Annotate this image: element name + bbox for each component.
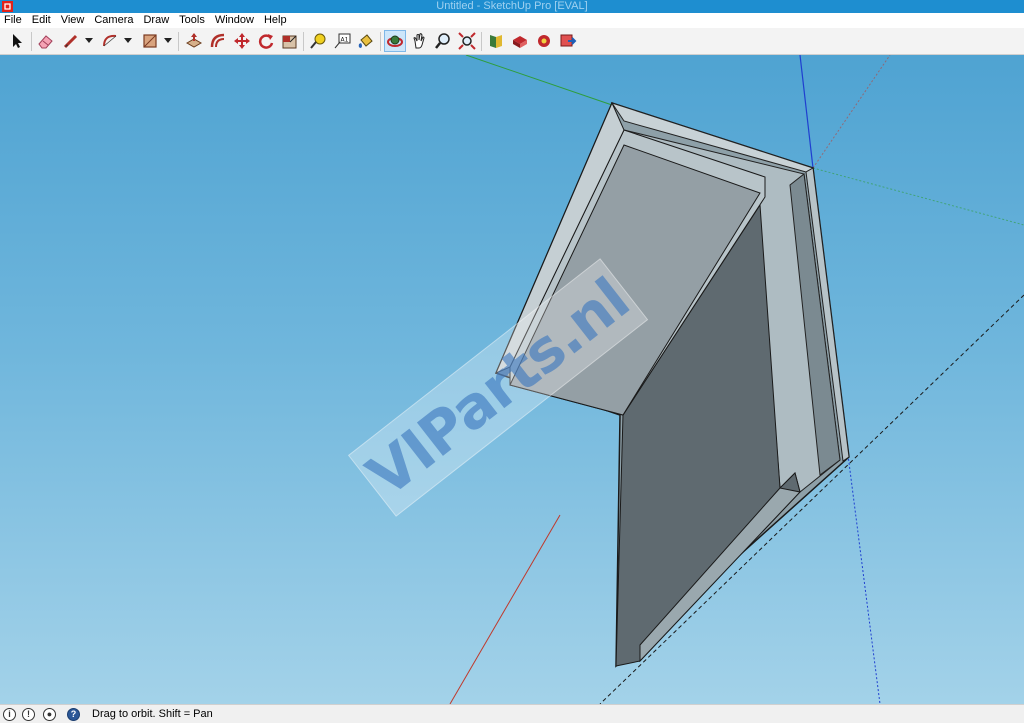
arc-tool-button[interactable] [99,30,121,52]
offset-tool-button[interactable] [207,30,229,52]
svg-text:A1: A1 [341,37,349,44]
model-viewport[interactable]: VIParts.nl [0,55,1024,704]
tape-measure-tool-icon [310,33,326,49]
select-tool-icon [13,34,22,48]
blue-axis [799,55,814,169]
line-tool-dropdown[interactable] [85,36,93,46]
toolbar-separator [303,32,304,51]
extension-warehouse-icon [513,36,527,48]
menu-view[interactable]: View [61,13,85,28]
toolbar-separator [178,32,179,51]
credits-icon[interactable]: ! [22,708,35,721]
move-tool-icon [234,33,250,49]
toolbar-separator [380,32,381,51]
title-bar: Untitled - SketchUp Pro [EVAL] [0,0,1024,13]
status-bar: i ! ● ? Drag to orbit. Shift = Pan [0,704,1024,723]
push-pull-tool-icon [185,33,203,48]
offset-tool-icon [210,33,225,48]
paint-bucket-tool-button[interactable] [355,30,377,52]
arc-tool-icon [103,34,117,47]
zoom-extents-tool-icon [458,32,476,50]
extension-warehouse-button[interactable] [509,30,531,52]
menu-edit[interactable]: Edit [32,13,51,28]
menu-camera[interactable]: Camera [94,13,133,28]
send-to-layout-icon [560,34,577,47]
3d-warehouse-icon [490,35,502,48]
green-axis [465,55,613,106]
menu-bar: File Edit View Camera Draw Tools Window … [0,13,1024,28]
arc-tool-dropdown[interactable] [124,36,132,46]
components-button[interactable] [533,30,555,52]
pan-tool-icon [413,33,425,49]
status-hint: Drag to orbit. Shift = Pan [92,708,213,720]
main-toolbar: A1 [0,28,1024,55]
chevron-down-icon [164,38,172,43]
eraser-tool-button[interactable] [35,30,57,52]
help-icon[interactable]: ? [67,708,80,721]
text-tool-icon: A1 [334,33,351,49]
menu-help[interactable]: Help [264,13,287,28]
zoom-extents-tool-button[interactable] [456,30,478,52]
geo-location-icon[interactable]: i [3,708,16,721]
line-tool-icon [63,34,78,49]
tape-measure-tool-button[interactable] [307,30,329,52]
green-axis-hidden [812,167,1024,226]
user-icon[interactable]: ● [43,708,56,721]
line-tool-button[interactable] [60,30,82,52]
scale-tool-icon [282,35,297,49]
eraser-tool-icon [38,35,53,49]
toolbar-separator [481,32,482,51]
toolbar-separator [31,32,32,51]
text-tool-button[interactable]: A1 [331,30,353,52]
menu-window[interactable]: Window [215,13,254,28]
rotate-tool-icon [258,34,274,49]
rectangle-tool-dropdown[interactable] [164,36,172,46]
red-axis [449,514,561,704]
chevron-down-icon [85,38,93,43]
zoom-tool-button[interactable] [432,30,454,52]
menu-file[interactable]: File [4,13,22,28]
blue-axis-hidden [847,454,881,704]
menu-draw[interactable]: Draw [143,13,169,28]
select-tool-button[interactable] [6,30,28,52]
rectangle-tool-icon [143,34,157,48]
paint-bucket-tool-icon [358,34,373,48]
pan-tool-button[interactable] [408,30,430,52]
orbit-tool-icon [387,35,403,47]
move-tool-button[interactable] [231,30,253,52]
rotate-tool-button[interactable] [255,30,277,52]
chevron-down-icon [124,38,132,43]
red-axis-hidden [812,55,891,169]
components-icon [538,35,550,47]
window-title: Untitled - SketchUp Pro [EVAL] [436,0,588,12]
zoom-tool-icon [435,33,450,49]
scale-tool-button[interactable] [279,30,301,52]
3d-warehouse-button[interactable] [485,30,507,52]
orbit-tool-button[interactable] [384,30,406,52]
push-pull-tool-button[interactable] [183,30,205,52]
menu-tools[interactable]: Tools [179,13,205,28]
send-to-layout-button[interactable] [557,30,579,52]
rectangle-tool-button[interactable] [139,30,161,52]
